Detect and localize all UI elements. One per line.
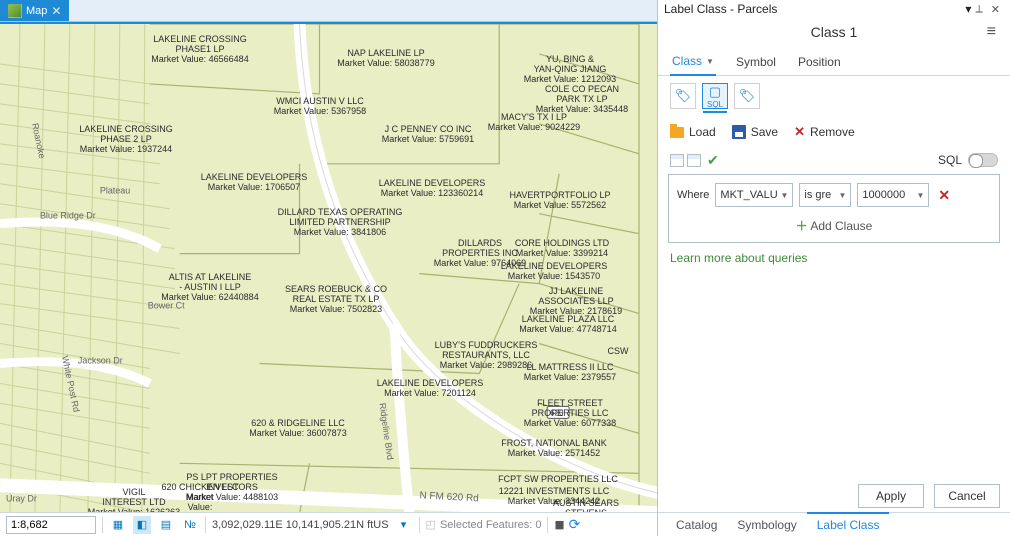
value-dropdown[interactable]: 1000000▼ <box>857 183 929 207</box>
close-icon[interactable]: ✕ <box>987 3 1004 16</box>
operator-dropdown[interactable]: is gre▼ <box>799 183 851 207</box>
tab-symbology[interactable]: Symbology <box>727 514 806 536</box>
svg-text:Plateau: Plateau <box>100 186 130 196</box>
map-tab[interactable]: Map ✕ <box>0 0 69 21</box>
query-builder: Where MKT_VALUE▼ is gre▼ 1000000▼ ✕ ＋ Ad… <box>668 174 1000 243</box>
validate-icon[interactable]: ✔ <box>707 152 719 169</box>
sql-icon[interactable]: ▢SQL <box>702 83 728 109</box>
bottom-tabs: Catalog Symbology Label Class <box>658 512 1010 536</box>
map-icon <box>8 4 22 18</box>
tab-position[interactable]: Position <box>796 49 843 75</box>
map-tab-bar: Map ✕ <box>0 0 657 22</box>
select-icon: ◰ <box>426 518 436 531</box>
expression-icon[interactable]: 🏷 <box>670 83 696 109</box>
pause-icon[interactable]: ▮▮ <box>554 518 562 531</box>
field-dropdown[interactable]: MKT_VALUE▼ <box>715 183 793 207</box>
tab-class[interactable]: Class▼ <box>670 48 716 76</box>
pin-icon[interactable]: ⟂ <box>971 3 986 16</box>
plus-icon: ＋ <box>796 219 808 233</box>
tab-labelclass[interactable]: Label Class <box>807 512 890 536</box>
cancel-button[interactable]: Cancel <box>934 484 1000 508</box>
save-button[interactable]: Save <box>732 125 778 139</box>
selected-features: ◰ Selected Features: 0 <box>426 518 542 531</box>
svg-text:Uray Dr: Uray Dr <box>6 493 37 503</box>
correction-icon[interactable]: № <box>181 516 199 534</box>
refresh-icon[interactable]: ⟳ <box>569 516 581 533</box>
map-linework: N FM 620 Rd Ridgeline Blvd Blue Ridge Dr… <box>0 24 657 512</box>
snap-icon[interactable]: ◧ <box>133 516 151 534</box>
coord-dropdown-icon[interactable]: ▾ <box>395 516 413 534</box>
svg-text:Bower Ct: Bower Ct <box>148 301 185 311</box>
learn-link[interactable]: Learn more about queries <box>658 251 1010 265</box>
scale-input[interactable] <box>6 516 96 534</box>
svg-text:Jackson Dr: Jackson Dr <box>78 355 123 365</box>
map-tab-label: Map <box>26 5 47 17</box>
panel-header: Label Class - Parcels ▾ ⟂ ✕ <box>658 0 1010 18</box>
query-actions: Load Save ✕Remove <box>658 116 1010 148</box>
save-icon <box>732 125 746 139</box>
where-label: Where <box>677 189 709 201</box>
load-button[interactable]: Load <box>670 125 716 139</box>
folder-icon <box>670 127 684 138</box>
svg-text:620: 620 <box>550 408 564 417</box>
sql-label: SQL <box>938 153 962 167</box>
apply-button[interactable]: Apply <box>858 484 924 508</box>
sql-toggle[interactable] <box>968 153 998 167</box>
top-tabs: Class▼ Symbol Position <box>658 46 1010 76</box>
status-bar: ▦ ◧ ▤ № 3,092,029.11E 10,141,905.21N ftU… <box>0 512 657 536</box>
remove-icon: ✕ <box>794 124 805 140</box>
menu-icon[interactable]: ≡ <box>987 23 996 41</box>
clause-row: Where MKT_VALUE▼ is gre▼ 1000000▼ ✕ <box>677 183 991 207</box>
add-clause-button[interactable]: ＋ Add Clause <box>677 217 991 234</box>
close-icon[interactable]: ✕ <box>51 4 61 18</box>
method-icons: 🏷 ▢SQL 🏷 <box>658 76 1010 116</box>
panel-title: Label Class - Parcels <box>664 2 777 16</box>
grid-icon[interactable]: ▤ <box>157 516 175 534</box>
footer-buttons: Apply Cancel <box>658 476 1010 512</box>
constraint-icon[interactable]: ▦ <box>109 516 127 534</box>
coordinates: 3,092,029.11E 10,141,905.21N ftUS <box>212 519 389 531</box>
map-view[interactable]: N FM 620 Rd Ridgeline Blvd Blue Ridge Dr… <box>0 22 657 512</box>
tab-symbol[interactable]: Symbol <box>734 49 778 75</box>
remove-button[interactable]: ✕Remove <box>794 124 855 140</box>
remove-clause-icon[interactable]: ✕ <box>938 187 950 204</box>
sql-row: ✔ SQL <box>658 148 1010 172</box>
svg-text:Blue Ridge Dr: Blue Ridge Dr <box>40 211 96 221</box>
tab-catalog[interactable]: Catalog <box>666 514 727 536</box>
class-title: Class 1 ≡ <box>658 18 1010 46</box>
view-mode-icons[interactable] <box>670 154 701 167</box>
preview-icon[interactable]: 🏷 <box>734 83 760 109</box>
